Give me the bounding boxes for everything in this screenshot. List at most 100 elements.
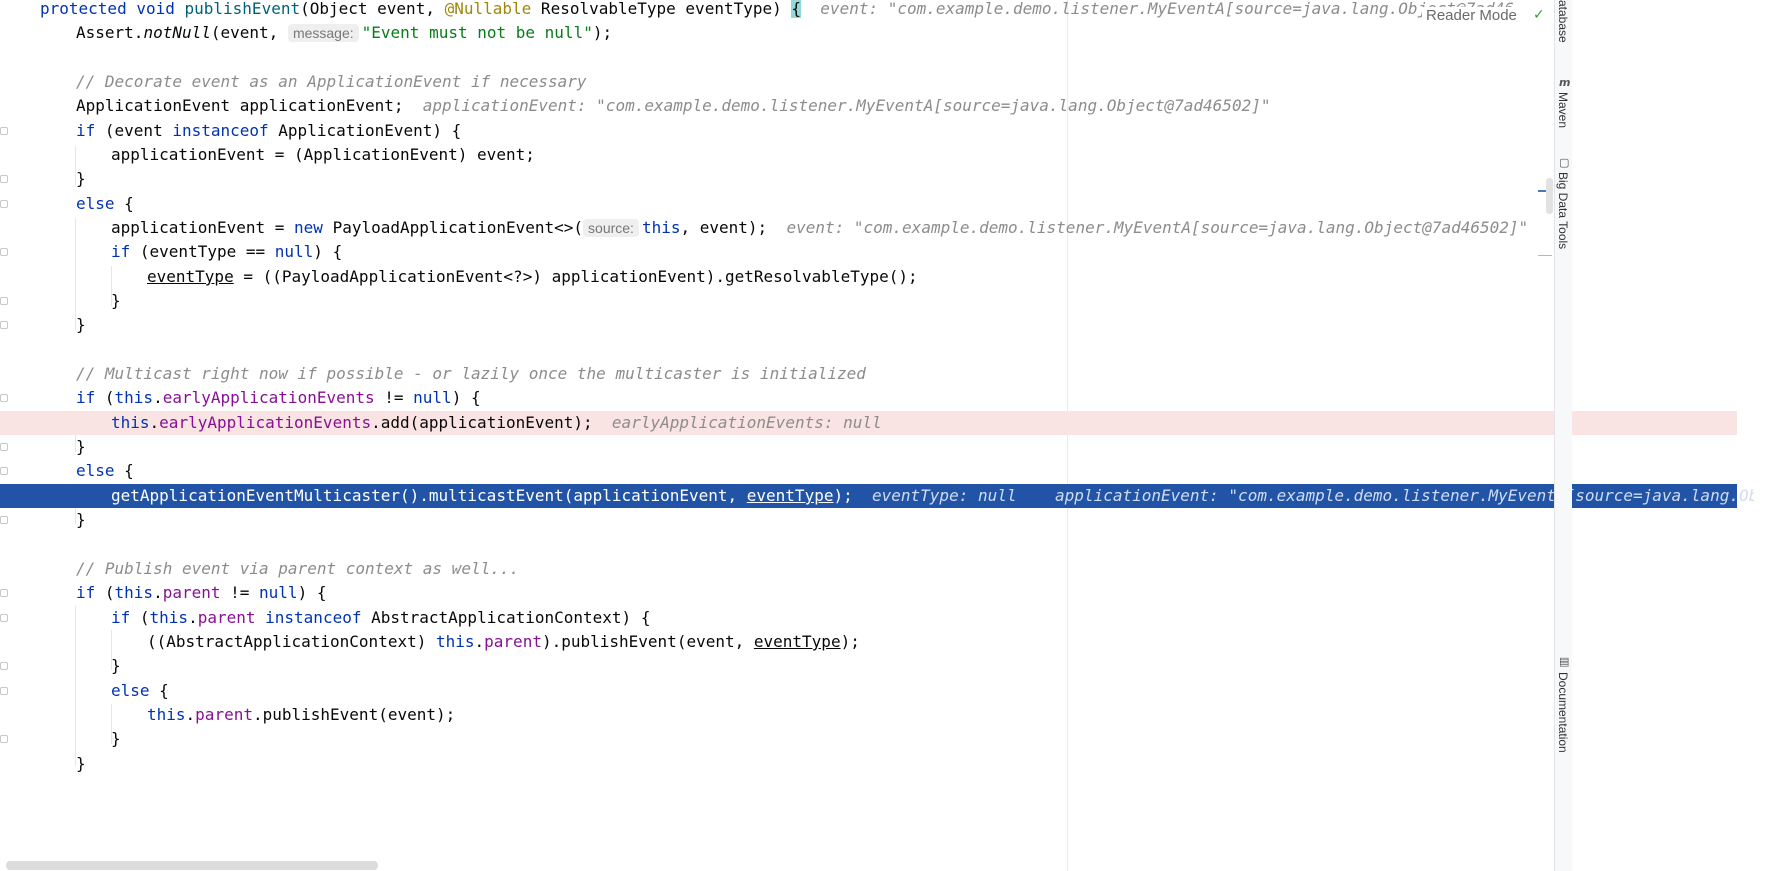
keyword: new <box>294 218 323 237</box>
reader-mode-button[interactable]: Reader Mode <box>1422 7 1521 24</box>
keyword: if <box>111 242 131 261</box>
code-line[interactable]: // Multicast right now if possible - or … <box>0 362 1754 386</box>
code-text: ) { <box>313 242 343 261</box>
code-text: . <box>474 632 485 651</box>
inline-debug-value: applicationEvent: "com.example.demo.list… <box>1055 486 1754 505</box>
code-line[interactable]: else { <box>0 679 1754 703</box>
code-text: applicationEvent = (ApplicationEvent) ev… <box>111 145 535 164</box>
fold-marker-icon[interactable] <box>0 175 8 183</box>
fold-marker-icon[interactable] <box>0 516 8 524</box>
fold-marker-icon[interactable] <box>0 200 8 208</box>
tool-tab-big-data-tools[interactable]: Big Data Tools <box>1556 172 1570 249</box>
tool-tab-maven[interactable]: Maven <box>1556 92 1570 128</box>
vertical-scrollbar-thumb[interactable] <box>1546 178 1553 214</box>
fold-marker-icon[interactable] <box>0 467 8 475</box>
code-text: Assert. <box>76 23 144 42</box>
breakpoint-line[interactable]: this.earlyApplicationEvents.add(applicat… <box>0 411 1737 435</box>
code-line[interactable]: applicationEvent = new PayloadApplicatio… <box>0 216 1754 240</box>
fold-marker-icon[interactable] <box>0 614 8 622</box>
inline-debug-value: event: "com.example.demo.listener.MyEven… <box>786 218 1529 237</box>
fold-marker-icon[interactable] <box>0 589 8 597</box>
code-line[interactable]: } <box>0 727 1754 751</box>
code-line[interactable]: eventType = ((PayloadApplicationEvent<?>… <box>0 265 1754 289</box>
scrollbar-marker <box>1538 255 1552 256</box>
code-text: ).publishEvent(event, <box>541 632 754 651</box>
code-text: ( <box>95 388 115 407</box>
fold-marker-icon[interactable] <box>0 394 8 402</box>
code-text: ( <box>95 583 115 602</box>
code-text: (Object event, <box>300 0 445 18</box>
code-line[interactable]: applicationEvent = (ApplicationEvent) ev… <box>0 143 1754 167</box>
horizontal-scrollbar-thumb[interactable] <box>6 861 378 870</box>
fold-marker-icon[interactable] <box>0 248 8 256</box>
code-text: . <box>188 608 198 627</box>
code-line[interactable]: if (eventType == null) { <box>0 240 1754 264</box>
maven-icon: m <box>1559 76 1571 89</box>
code-line[interactable]: } <box>0 435 1754 459</box>
code-line[interactable]: this.parent.publishEvent(event); <box>0 703 1754 727</box>
fold-marker-icon[interactable] <box>0 297 8 305</box>
fold-marker-icon[interactable] <box>0 443 8 451</box>
code-line[interactable]: } <box>0 654 1754 678</box>
keyword: else <box>76 461 115 480</box>
code-line[interactable]: } <box>0 167 1754 191</box>
keyword: instanceof <box>265 608 362 627</box>
keyword: instanceof <box>172 121 269 140</box>
code-line[interactable]: Assert.notNull(event, message: "Event mus… <box>0 21 1754 45</box>
code-comment: // Publish event via parent context as w… <box>76 559 520 578</box>
code-line[interactable]: if (this.parent instanceof AbstractAppli… <box>0 606 1754 630</box>
code-line[interactable]: if (this.parent != null) { <box>0 581 1754 605</box>
keyword: this <box>111 413 150 432</box>
code-text: { <box>114 461 134 480</box>
code-editor[interactable]: protected void publishEvent(Object event… <box>0 0 1754 871</box>
keyword: protected void <box>40 0 185 18</box>
inline-debug-value: applicationEvent: "com.example.demo.list… <box>422 96 1271 115</box>
code-text: ((AbstractApplicationContext) <box>147 632 436 651</box>
code-text: { <box>149 681 169 700</box>
code-text: (eventType == <box>130 242 275 261</box>
inline-debug-value: eventType: null <box>872 486 1017 505</box>
code-text: , event); <box>680 218 768 237</box>
keyword: null <box>413 388 452 407</box>
code-text: (event <box>95 121 173 140</box>
code-line[interactable]: } <box>0 508 1754 532</box>
code-line[interactable]: } <box>0 313 1754 337</box>
code-line[interactable]: // Decorate event as an ApplicationEvent… <box>0 70 1754 94</box>
field-name: parent <box>484 632 542 651</box>
documentation-icon: ▤ <box>1559 655 1570 668</box>
code-line[interactable]: } <box>0 289 1754 313</box>
code-line[interactable]: // Publish event via parent context as w… <box>0 557 1754 581</box>
method-name: notNull <box>143 23 211 42</box>
fold-marker-icon[interactable] <box>0 662 8 670</box>
code-text: .add(applicationEvent); <box>371 413 593 432</box>
code-text: } <box>76 510 86 529</box>
code-line[interactable]: } <box>0 752 1754 776</box>
field-name: parent <box>195 705 253 724</box>
code-text: ); <box>592 23 613 42</box>
fold-marker-icon[interactable] <box>0 735 8 743</box>
fold-marker-icon[interactable] <box>0 687 8 695</box>
keyword: this <box>435 632 475 651</box>
code-text: ( <box>130 608 150 627</box>
tool-tab-documentation[interactable]: Documentation <box>1556 672 1570 753</box>
code-line[interactable]: else { <box>0 459 1754 483</box>
code-text: ApplicationEvent) { <box>268 121 462 140</box>
code-text: ResolvableType eventType) <box>531 0 792 18</box>
code-line[interactable]: else { <box>0 192 1754 216</box>
fold-marker-icon[interactable] <box>0 127 8 135</box>
keyword: if <box>76 121 96 140</box>
inspection-ok-icon[interactable]: ✓ <box>1533 7 1545 23</box>
code-line[interactable]: if (event instanceof ApplicationEvent) { <box>0 119 1754 143</box>
keyword: if <box>76 388 96 407</box>
code-text: = ((PayloadApplicationEvent<?>) applicat… <box>233 267 918 286</box>
code-line[interactable]: ApplicationEvent applicationEvent; appli… <box>0 94 1754 118</box>
current-execution-line[interactable]: getApplicationEventMulticaster().multica… <box>0 484 1754 508</box>
keyword: this <box>149 608 189 627</box>
tool-tab-database[interactable]: atabase <box>1556 0 1570 43</box>
code-text: ) { <box>451 388 481 407</box>
inline-debug-value: earlyApplicationEvents: null <box>611 413 882 432</box>
code-line[interactable]: if (this.earlyApplicationEvents != null)… <box>0 386 1754 410</box>
code-line[interactable]: ((AbstractApplicationContext) this.paren… <box>0 630 1754 654</box>
fold-marker-icon[interactable] <box>0 321 8 329</box>
